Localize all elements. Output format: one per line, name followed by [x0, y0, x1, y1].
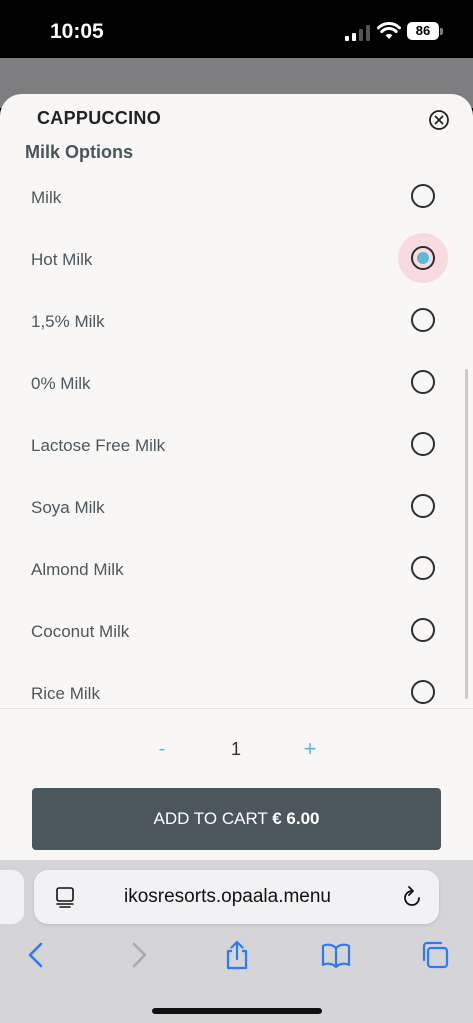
radio-circle-icon: [411, 246, 435, 270]
browser-toolbar: ikosresorts.opaala.menu: [0, 860, 473, 1023]
radio-button[interactable]: [398, 481, 448, 531]
radio-circle-icon: [411, 494, 435, 518]
back-icon[interactable]: [22, 940, 52, 970]
option-label: Milk: [31, 188, 62, 207]
option-label: Hot Milk: [31, 250, 93, 269]
quantity-value: 1: [230, 739, 241, 759]
radio-button[interactable]: [398, 357, 448, 407]
bookmarks-icon[interactable]: [321, 940, 351, 970]
radio-circle-icon: [411, 618, 435, 642]
radio-circle-icon: [411, 370, 435, 394]
cart-footer: - 1 + ADD TO CART € 6.00: [0, 708, 473, 860]
close-icon[interactable]: [428, 109, 450, 131]
scrollbar[interactable]: [465, 369, 468, 699]
price-label: € 6.00: [272, 809, 320, 828]
radio-button[interactable]: [398, 419, 448, 469]
forward-icon: [132, 942, 147, 968]
address-bar[interactable]: ikosresorts.opaala.menu: [34, 870, 439, 924]
option-row-1-5-milk[interactable]: 1,5% Milk: [0, 290, 473, 352]
wifi-icon: [377, 22, 401, 39]
option-row-0-milk[interactable]: 0% Milk: [0, 352, 473, 414]
radio-circle-icon: [411, 184, 435, 208]
radio-circle-icon: [411, 308, 435, 332]
battery-indicator: 86: [407, 22, 439, 40]
option-row-coconut-milk[interactable]: Coconut Milk: [0, 600, 473, 662]
tabs-icon[interactable]: [421, 940, 451, 970]
tabs-overview-icon[interactable]: [54, 886, 76, 908]
option-label: Soya Milk: [31, 498, 105, 517]
option-label: 0% Milk: [31, 374, 91, 393]
radio-circle-icon: [411, 432, 435, 456]
radio-button[interactable]: [398, 543, 448, 593]
option-label: 1,5% Milk: [31, 312, 105, 331]
status-bar: 10:05 86: [0, 0, 473, 58]
section-title-milk-options: Milk Options: [25, 142, 133, 162]
radio-button-selected[interactable]: [398, 233, 448, 283]
battery-tip: [440, 28, 443, 35]
quantity-decrease-button[interactable]: -: [150, 735, 174, 763]
option-row-soya-milk[interactable]: Soya Milk: [0, 476, 473, 538]
add-to-cart-button[interactable]: ADD TO CART € 6.00: [32, 788, 441, 850]
product-title: CAPPUCCINO: [37, 108, 162, 128]
url-text[interactable]: ikosresorts.opaala.menu: [124, 886, 331, 908]
cellular-signal-icon: [345, 25, 370, 41]
option-label: Lactose Free Milk: [31, 436, 166, 455]
option-label: Rice Milk: [31, 684, 100, 703]
radio-circle-icon: [411, 556, 435, 580]
status-time: 10:05: [50, 20, 104, 43]
radio-selected-dot-icon: [417, 252, 429, 264]
add-to-cart-label: ADD TO CART: [153, 809, 273, 828]
radio-circle-icon: [411, 680, 435, 704]
home-indicator: [152, 1008, 322, 1014]
radio-button[interactable]: [398, 171, 448, 221]
option-row-hot-milk[interactable]: Hot Milk: [0, 228, 473, 290]
radio-button[interactable]: [398, 605, 448, 655]
quantity-increase-button[interactable]: +: [298, 735, 322, 763]
share-icon[interactable]: [222, 940, 252, 970]
option-row-almond-milk[interactable]: Almond Milk: [0, 538, 473, 600]
option-label: Almond Milk: [31, 560, 124, 579]
radio-button[interactable]: [398, 295, 448, 345]
option-row-lactose-free-milk[interactable]: Lactose Free Milk: [0, 414, 473, 476]
previous-tab-preview[interactable]: [0, 870, 24, 924]
reload-icon[interactable]: [401, 885, 423, 909]
option-row-milk[interactable]: Milk: [0, 166, 473, 228]
option-label: Coconut Milk: [31, 622, 130, 641]
